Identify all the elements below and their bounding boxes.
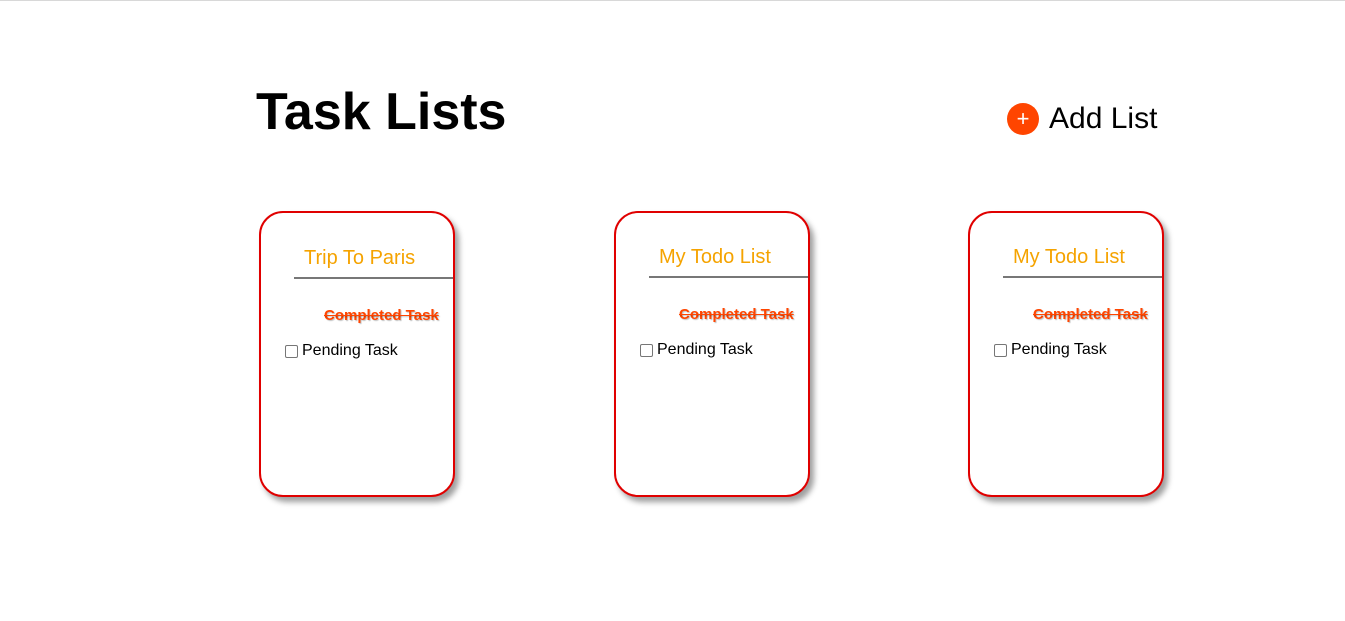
- completed-task[interactable]: Completed Task: [679, 306, 794, 323]
- pending-task-label[interactable]: Pending Task: [302, 342, 398, 360]
- plus-icon[interactable]: +: [1007, 103, 1039, 135]
- task-checkbox[interactable]: [994, 343, 1007, 357]
- pending-task-label[interactable]: Pending Task: [657, 341, 753, 359]
- list-card: My Todo List Completed Task Pending Task: [614, 211, 810, 497]
- task-checkbox[interactable]: [285, 344, 298, 358]
- pending-task: Pending Task: [640, 341, 753, 359]
- top-divider: [0, 0, 1345, 1]
- add-list-button[interactable]: + Add List: [1007, 101, 1157, 137]
- list-card: My Todo List Completed Task Pending Task: [968, 211, 1164, 497]
- list-title[interactable]: My Todo List: [649, 244, 808, 278]
- page-title: Task Lists: [256, 83, 507, 141]
- list-title[interactable]: Trip To Paris: [294, 245, 453, 279]
- list-title[interactable]: My Todo List: [1003, 244, 1162, 278]
- task-checkbox[interactable]: [640, 343, 653, 357]
- add-list-label: Add List: [1049, 102, 1158, 135]
- pending-task-label[interactable]: Pending Task: [1011, 341, 1107, 359]
- pending-task: Pending Task: [994, 341, 1107, 359]
- completed-task[interactable]: Completed Task: [324, 307, 439, 324]
- completed-task[interactable]: Completed Task: [1033, 306, 1148, 323]
- pending-task: Pending Task: [285, 342, 398, 360]
- list-card: Trip To Paris Completed Task Pending Tas…: [259, 211, 455, 497]
